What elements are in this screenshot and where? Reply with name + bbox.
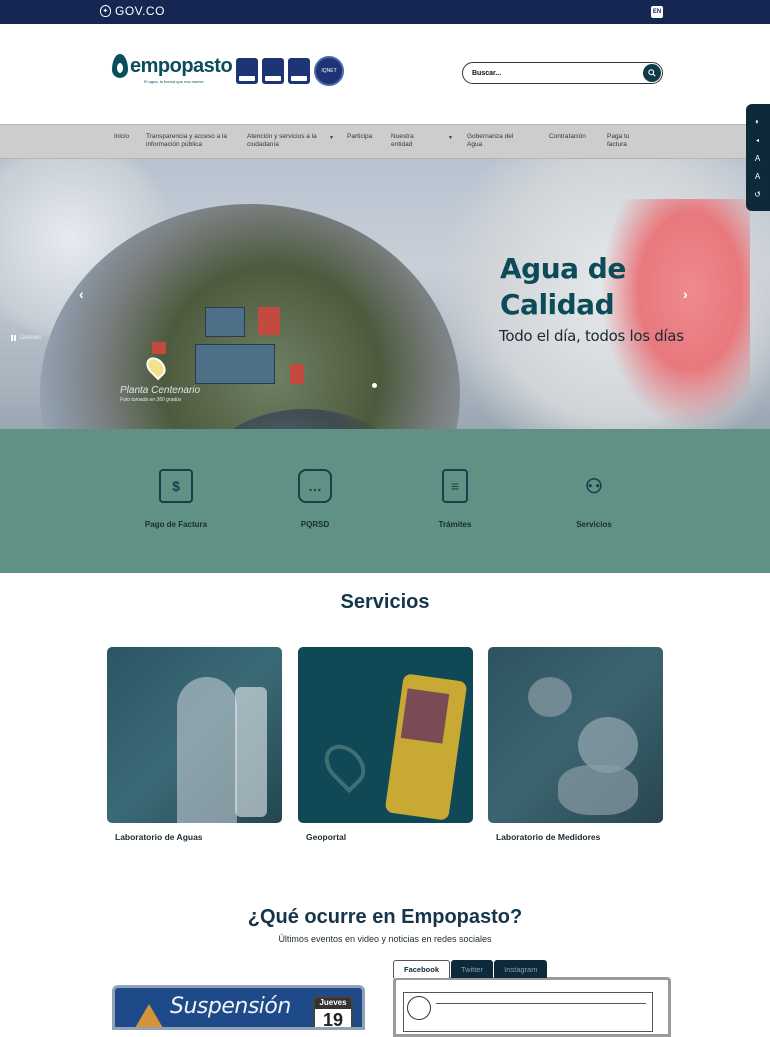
nav-item-paga-factura[interactable]: Paga tu factura: [607, 133, 641, 149]
hero-place-label: Planta Centenario: [120, 385, 201, 396]
carousel-pause-button[interactable]: Detener: [11, 335, 41, 341]
brand-tagline: El agua, la fuerza que nos mueve: [144, 79, 204, 84]
video-thumbnail-text: Suspensión: [170, 994, 291, 1019]
events-subtitle: Últimos eventos en video y noticias en r…: [278, 934, 492, 944]
iso-cert-badge: [262, 58, 284, 84]
nav-item-contratacion[interactable]: Contratación: [549, 133, 599, 141]
nav-item-atencion[interactable]: Atención y servicios a la ciudadanía: [247, 133, 325, 149]
geoportal-photo: [298, 647, 473, 823]
gov-co-label: GOV.CO: [115, 4, 165, 18]
nav-item-label: Atención y servicios a la ciudadanía: [247, 133, 317, 148]
quick-access-label: Pago de Factura: [144, 520, 208, 529]
calendar-icon: Jueves 19: [313, 996, 353, 1030]
nav-item-inicio[interactable]: Inicio: [114, 133, 144, 141]
main-nav: Inicio Transparencia y acceso a la infor…: [0, 124, 770, 159]
calendar-day: Jueves: [315, 998, 351, 1009]
video-thumbnail[interactable]: Suspensión Jueves 19: [112, 985, 365, 1030]
quick-access-pago-factura[interactable]: $ Pago de Factura: [116, 469, 236, 529]
invoice-icon: $: [159, 469, 193, 503]
service-card-label: Laboratorio de Aguas: [115, 832, 203, 842]
warning-icon: [135, 1004, 163, 1027]
hero-title-line2: Calidad: [500, 288, 615, 321]
gov-bar: ✦ GOV.CO EN: [0, 0, 770, 24]
service-card-laboratorio-aguas[interactable]: Laboratorio de Aguas: [107, 647, 282, 842]
calendar-number: 19: [322, 1010, 344, 1030]
nav-item-transparencia[interactable]: Transparencia y acceso a la información …: [146, 133, 238, 149]
social-feed: Facebook Twitter Instagram: [393, 960, 671, 1037]
empopasto-avatar: [407, 996, 431, 1020]
search-icon: [648, 69, 656, 77]
chat-icon: …: [298, 469, 332, 503]
hero-carousel: Agua de Calidad Todo el día, todos los d…: [0, 159, 770, 429]
quick-access: $ Pago de Factura … PQRSD ≡ Trámites ⚇ S…: [0, 429, 770, 573]
contrast-icon[interactable]: ◐: [751, 115, 764, 128]
quick-access-label: Trámites: [438, 520, 472, 529]
carousel-next-button[interactable]: ›: [683, 286, 688, 302]
accessibility-bar: ◐ ◂ A A ↺: [746, 104, 770, 211]
service-card-geoportal[interactable]: Geoportal: [298, 647, 473, 842]
service-card-laboratorio-medidores[interactable]: Laboratorio de Medidores: [488, 647, 663, 842]
site-header: empopasto El agua, la fuerza que nos mue…: [0, 24, 770, 124]
nav-item-nuestra-entidad[interactable]: Nuestra entidad: [391, 133, 427, 149]
social-feed-panel: [393, 977, 671, 1037]
quick-access-label: Servicios: [576, 520, 612, 529]
lab-photo: [107, 647, 282, 823]
search-input[interactable]: [472, 66, 632, 80]
pause-icon: [11, 335, 16, 341]
hero-subtitle: Todo el día, todos los días: [499, 327, 684, 345]
tab-facebook[interactable]: Facebook: [393, 960, 451, 978]
search-button[interactable]: [643, 64, 661, 82]
service-card-label: Geoportal: [306, 832, 347, 842]
nav-item-participa[interactable]: Participa: [347, 133, 383, 141]
user-services-icon: ⚇: [585, 475, 603, 498]
events-title: ¿Qué ocurre en Empopasto?: [247, 906, 523, 928]
water-drop-icon: [112, 54, 128, 78]
gov-co-logo[interactable]: ✦ GOV.CO: [100, 4, 165, 18]
quick-access-label: PQRSD: [300, 520, 330, 529]
reset-icon[interactable]: ↺: [751, 188, 764, 201]
colombia-seal-icon: ✦: [100, 5, 111, 17]
facebook-embed[interactable]: [403, 992, 653, 1032]
language-button[interactable]: EN: [651, 6, 663, 18]
hero-place-sub: Foto tomada en 360 grados: [120, 397, 182, 403]
clipboard-icon: ≡: [442, 469, 468, 503]
pause-label: Detener: [20, 335, 42, 341]
tab-instagram[interactable]: Instagram: [494, 960, 548, 978]
certification-badges: IQNET: [236, 56, 344, 86]
iso-cert-badge: [288, 58, 310, 84]
empopasto-logo[interactable]: empopasto El agua, la fuerza que nos mue…: [112, 54, 233, 84]
font-decrease-icon[interactable]: A: [751, 152, 764, 165]
font-increase-icon[interactable]: A: [751, 170, 764, 183]
tab-twitter[interactable]: Twitter: [451, 960, 494, 978]
hero-title-line1: Agua de: [500, 252, 626, 285]
meters-photo: [488, 647, 663, 823]
quick-access-tramites[interactable]: ≡ Trámites: [395, 469, 515, 529]
iso-cert-badge: [236, 58, 258, 84]
hero-title: Agua de Calidad: [500, 251, 626, 323]
search-box: [462, 62, 663, 84]
chevron-down-icon: ▼: [448, 135, 453, 141]
iqnet-badge: IQNET: [314, 56, 344, 86]
social-tabs: Facebook Twitter Instagram: [393, 960, 548, 978]
carousel-indicator[interactable]: [372, 383, 377, 388]
service-card-label: Laboratorio de Medidores: [496, 832, 601, 842]
collapse-icon[interactable]: ◂: [751, 134, 764, 147]
services-title: Servicios: [340, 591, 430, 613]
brand-name: empopasto: [130, 54, 233, 77]
carousel-prev-button[interactable]: ‹: [79, 286, 84, 302]
chevron-down-icon: ▼: [329, 135, 334, 141]
quick-access-pqrsd[interactable]: … PQRSD: [255, 469, 375, 529]
quick-access-servicios[interactable]: ⚇ Servicios: [534, 469, 654, 530]
nav-item-gobernanza[interactable]: Gobernanza del Agua: [467, 133, 529, 149]
